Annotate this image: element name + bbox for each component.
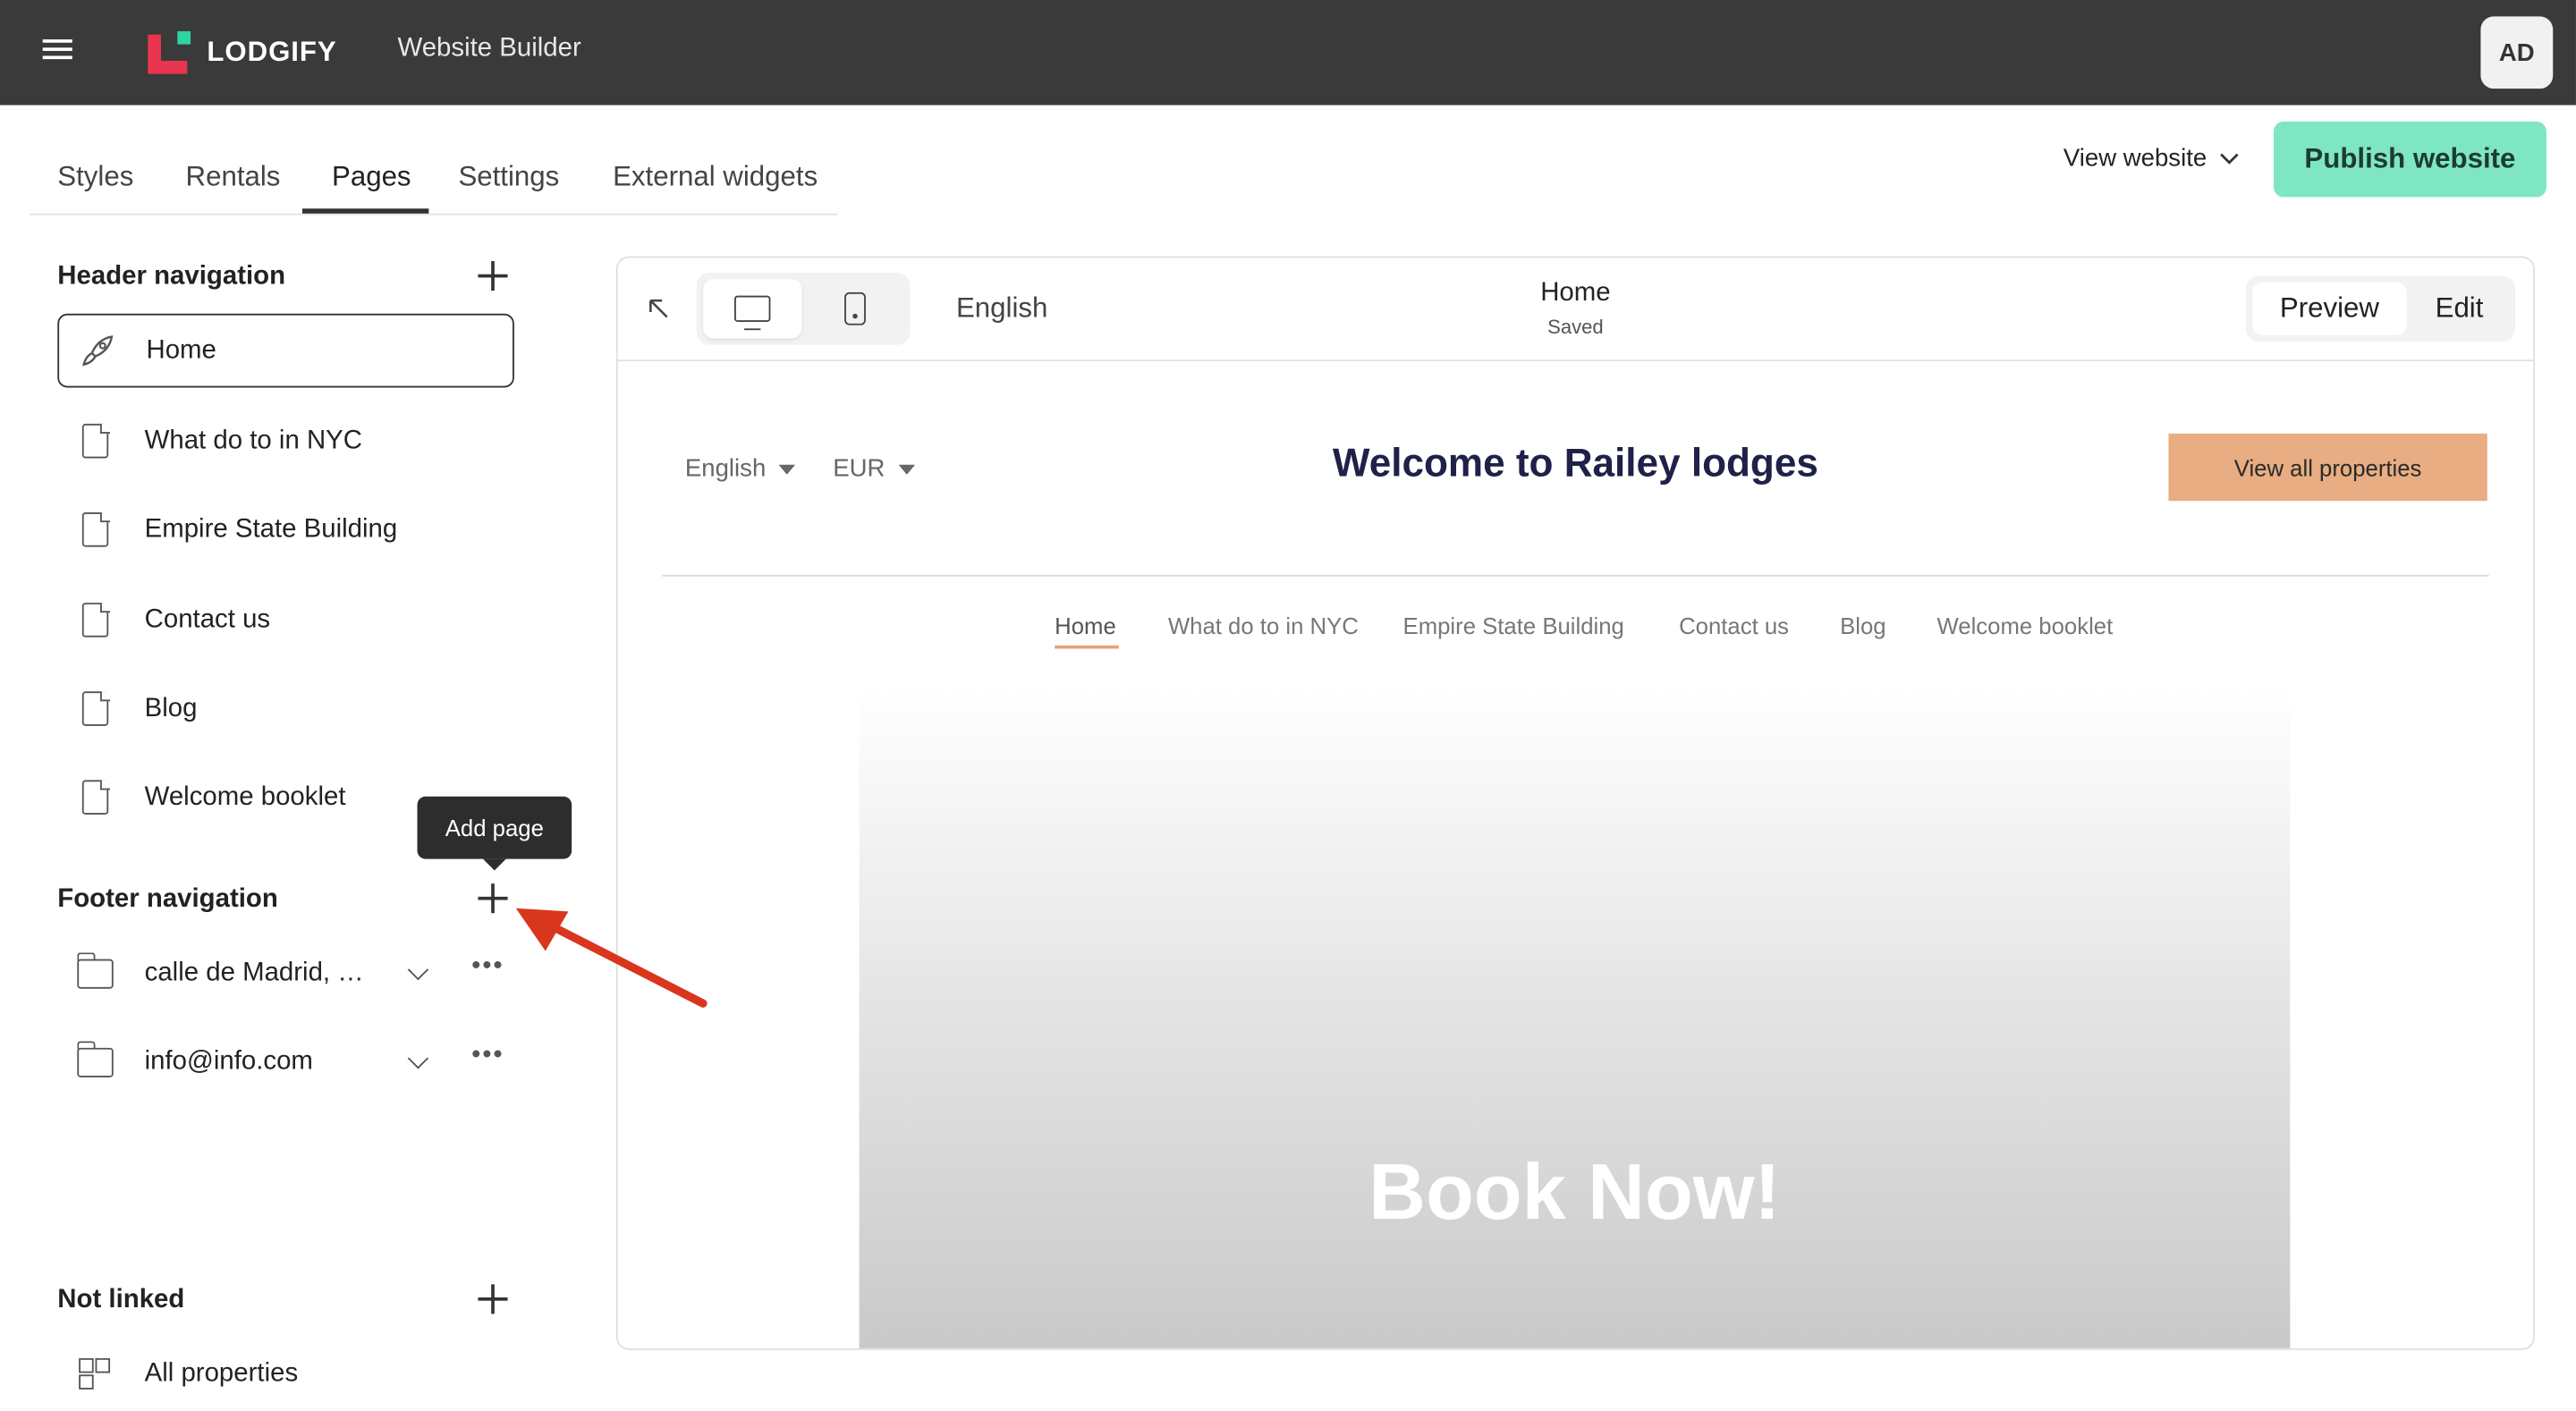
- rocket-icon: [79, 331, 114, 370]
- top-bar: LODGIFY Website Builder AD: [0, 0, 2576, 106]
- sidebar-item-label: calle de Madrid, …: [144, 958, 364, 986]
- add-footer-page-icon[interactable]: [477, 882, 510, 915]
- not-linked-title: Not linked: [57, 1286, 185, 1314]
- sidebar-item-label: info@info.com: [144, 1046, 313, 1076]
- lodgify-logo-icon: [148, 30, 191, 74]
- brand-name: LODGIFY: [207, 36, 337, 68]
- tab-pages[interactable]: Pages: [332, 161, 411, 194]
- folder-icon: [76, 1040, 114, 1077]
- avatar[interactable]: AD: [2480, 16, 2554, 89]
- more-options-icon[interactable]: •••: [471, 1041, 504, 1070]
- sidebar-item-email-folder[interactable]: info@info.com: [57, 1025, 386, 1099]
- sidebar-item-label: All properties: [144, 1358, 299, 1388]
- grid-icon: [79, 1357, 112, 1390]
- sidebar-item-label: Empire State Building: [144, 514, 398, 544]
- footer-navigation-title: Footer navigation: [57, 884, 278, 914]
- site-nav-contact-us[interactable]: Contact us: [1679, 613, 1789, 638]
- sidebar-item-welcome-booklet[interactable]: Welcome booklet: [57, 760, 411, 834]
- page-preview: English Home Saved Preview Edit English …: [615, 256, 2536, 1350]
- view-website-label: View website: [2063, 144, 2207, 173]
- sidebar-item-empire-state-building[interactable]: Empire State Building: [57, 493, 514, 567]
- header-navigation-title: Header navigation: [57, 262, 286, 291]
- more-options-icon[interactable]: •••: [471, 952, 504, 982]
- sidebar-item-blog[interactable]: Blog: [57, 672, 514, 746]
- sidebar-item-home[interactable]: Home: [57, 313, 514, 388]
- page-icon: [81, 511, 110, 547]
- sidebar-item-label: Contact us: [144, 604, 271, 634]
- sidebar-item-label: Welcome booklet: [144, 782, 346, 811]
- divider: [662, 574, 2489, 577]
- tab-styles[interactable]: Styles: [57, 161, 133, 194]
- sidebar-item-label: Home: [146, 335, 216, 364]
- sidebar-item-label: Blog: [144, 694, 198, 722]
- page-icon: [81, 779, 110, 815]
- sidebar-item-address-folder[interactable]: calle de Madrid, …: [57, 936, 386, 1010]
- tab-settings[interactable]: Settings: [458, 161, 559, 194]
- page-icon: [81, 602, 110, 638]
- add-header-page-icon[interactable]: [477, 259, 510, 292]
- site-nav-blog[interactable]: Blog: [1840, 613, 1885, 638]
- page-icon: [81, 422, 110, 459]
- active-tab-indicator: [301, 208, 429, 214]
- site-nav-what-do-to-in-nyc[interactable]: What do to in NYC: [1168, 613, 1359, 638]
- menu-icon[interactable]: [42, 39, 72, 63]
- site-nav-welcome-booklet[interactable]: Welcome booklet: [1936, 613, 2113, 638]
- publish-website-button[interactable]: Publish website: [2273, 121, 2546, 198]
- chevron-down-icon: [2220, 152, 2240, 164]
- hero-banner: Book Now!: [859, 688, 2291, 1348]
- edit-mode-button[interactable]: Edit: [2410, 283, 2508, 335]
- sidebar-item-all-properties[interactable]: All properties: [57, 1337, 386, 1411]
- site-nav-home[interactable]: Home: [1055, 613, 1116, 638]
- main-tabs: Styles Rentals Pages Settings External w…: [30, 106, 838, 215]
- view-website-dropdown[interactable]: View website: [2063, 145, 2240, 173]
- mode-toggle: Preview Edit: [2245, 275, 2515, 342]
- annotation-arrow-icon: [515, 908, 708, 1008]
- sidebar-item-label: What do to in NYC: [144, 426, 362, 454]
- folder-icon: [76, 951, 114, 988]
- view-all-properties-button[interactable]: View all properties: [2168, 433, 2487, 502]
- sidebar-item-contact-us[interactable]: Contact us: [57, 583, 514, 657]
- preview-mode-button[interactable]: Preview: [2252, 282, 2407, 335]
- add-page-tooltip: Add page: [417, 796, 572, 871]
- logo[interactable]: LODGIFY: [148, 30, 336, 75]
- preview-toolbar: English Home Saved Preview Edit: [617, 258, 2534, 362]
- active-nav-indicator: [1055, 645, 1119, 649]
- hero-heading: Book Now!: [1368, 1149, 1781, 1238]
- tab-external-widgets[interactable]: External widgets: [613, 161, 818, 194]
- app-title: Website Builder: [397, 34, 581, 63]
- chevron-down-icon[interactable]: [407, 959, 429, 981]
- tab-rentals[interactable]: Rentals: [186, 161, 281, 194]
- sidebar-item-what-do-to-in-nyc[interactable]: What do to in NYC: [57, 404, 514, 478]
- site-nav-empire-state-building[interactable]: Empire State Building: [1403, 613, 1624, 638]
- chevron-down-icon[interactable]: [407, 1048, 429, 1069]
- add-unlinked-page-icon[interactable]: [477, 1282, 510, 1315]
- page-icon: [81, 690, 110, 726]
